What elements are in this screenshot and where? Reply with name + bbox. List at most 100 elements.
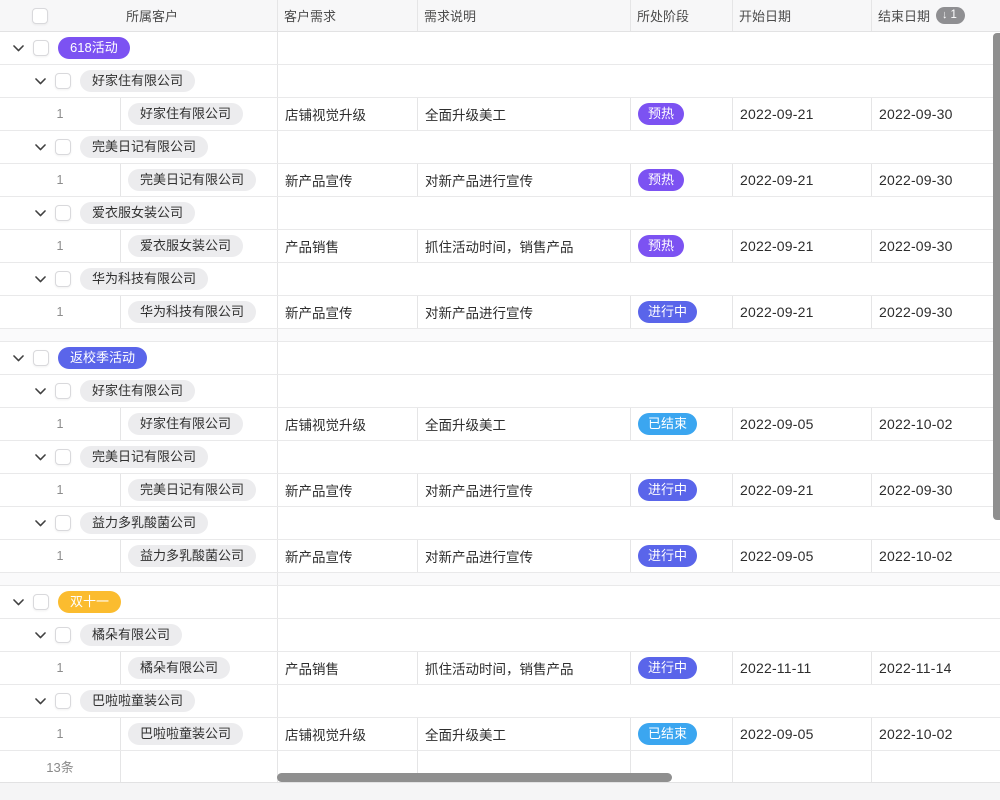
chevron-down-icon[interactable] (34, 210, 46, 217)
subgroup-cell[interactable]: 橘朵有限公司 (0, 619, 277, 651)
cell-demand[interactable]: 产品销售 (277, 652, 417, 684)
cell-stage[interactable]: 进行中 (630, 296, 732, 328)
subgroup-cell[interactable]: 完美日记有限公司 (0, 441, 277, 473)
cell-description[interactable]: 全面升级美工 (417, 98, 630, 130)
cell-description[interactable]: 对新产品进行宣传 (417, 474, 630, 506)
chevron-down-icon[interactable] (34, 388, 46, 395)
subgroup-checkbox[interactable] (55, 383, 71, 399)
column-header-demand[interactable]: 客户需求 (277, 0, 417, 31)
sort-badge[interactable]: ↓ 1 (936, 7, 965, 24)
chevron-down-icon[interactable] (34, 698, 46, 705)
column-header-stage[interactable]: 所处阶段 (630, 0, 732, 31)
cell-demand[interactable]: 新产品宣传 (277, 540, 417, 572)
chevron-down-icon[interactable] (12, 355, 24, 362)
chevron-down-icon[interactable] (12, 599, 24, 606)
subgroup-checkbox[interactable] (55, 205, 71, 221)
group-checkbox[interactable] (33, 594, 49, 610)
subgroup-checkbox[interactable] (55, 139, 71, 155)
cell-stage[interactable]: 预热 (630, 98, 732, 130)
cell-description[interactable]: 对新产品进行宣传 (417, 164, 630, 196)
horizontal-scrollbar[interactable] (277, 773, 672, 782)
cell-stage[interactable]: 进行中 (630, 474, 732, 506)
column-header-customer[interactable]: 所属客户 (120, 0, 277, 31)
cell-customer[interactable]: 爱衣服女装公司 (120, 230, 277, 262)
cell-customer[interactable]: 益力多乳酸菌公司 (120, 540, 277, 572)
subgroup-cell[interactable]: 益力多乳酸菌公司 (0, 507, 277, 539)
subgroup-cell[interactable]: 好家住有限公司 (0, 375, 277, 407)
cell-start-date[interactable]: 2022-09-21 (732, 230, 871, 262)
cell-customer[interactable]: 橘朵有限公司 (120, 652, 277, 684)
cell-description[interactable]: 全面升级美工 (417, 408, 630, 440)
cell-start-date[interactable]: 2022-09-21 (732, 164, 871, 196)
subgroup-checkbox[interactable] (55, 693, 71, 709)
chevron-down-icon[interactable] (34, 78, 46, 85)
cell-end-date[interactable]: 2022-10-02 (871, 718, 1000, 750)
cell-customer[interactable]: 巴啦啦童装公司 (120, 718, 277, 750)
cell-end-date[interactable]: 2022-10-02 (871, 540, 1000, 572)
cell-customer[interactable]: 完美日记有限公司 (120, 164, 277, 196)
group-checkbox[interactable] (33, 40, 49, 56)
cell-demand[interactable]: 产品销售 (277, 230, 417, 262)
cell-start-date[interactable]: 2022-09-21 (732, 296, 871, 328)
cell-stage[interactable]: 进行中 (630, 652, 732, 684)
cell-stage[interactable]: 已结束 (630, 408, 732, 440)
cell-end-date[interactable]: 2022-09-30 (871, 474, 1000, 506)
cell-description[interactable]: 抓住活动时间，销售产品 (417, 230, 630, 262)
chevron-down-icon[interactable] (34, 520, 46, 527)
cell-end-date[interactable]: 2022-09-30 (871, 296, 1000, 328)
cell-demand[interactable]: 店铺视觉升级 (277, 718, 417, 750)
cell-demand[interactable]: 店铺视觉升级 (277, 408, 417, 440)
group-cell[interactable]: 双十一 (0, 586, 277, 618)
cell-end-date[interactable]: 2022-11-14 (871, 652, 1000, 684)
vertical-scrollbar[interactable] (993, 33, 1000, 520)
chevron-down-icon[interactable] (34, 632, 46, 639)
group-checkbox[interactable] (33, 350, 49, 366)
chevron-down-icon[interactable] (34, 144, 46, 151)
cell-end-date[interactable]: 2022-10-02 (871, 408, 1000, 440)
subgroup-cell[interactable]: 巴啦啦童装公司 (0, 685, 277, 717)
cell-description[interactable]: 抓住活动时间，销售产品 (417, 652, 630, 684)
subgroup-checkbox[interactable] (55, 627, 71, 643)
cell-start-date[interactable]: 2022-09-05 (732, 718, 871, 750)
cell-end-date[interactable]: 2022-09-30 (871, 98, 1000, 130)
cell-start-date[interactable]: 2022-09-05 (732, 408, 871, 440)
cell-end-date[interactable]: 2022-09-30 (871, 230, 1000, 262)
chevron-down-icon[interactable] (12, 45, 24, 52)
subgroup-checkbox[interactable] (55, 271, 71, 287)
column-header-end-date[interactable]: 结束日期 ↓ 1 (871, 0, 1000, 31)
cell-customer[interactable]: 华为科技有限公司 (120, 296, 277, 328)
group-cell[interactable]: 返校季活动 (0, 342, 277, 374)
cell-description[interactable]: 全面升级美工 (417, 718, 630, 750)
chevron-down-icon[interactable] (34, 276, 46, 283)
group-cell[interactable]: 618活动 (0, 32, 277, 64)
subgroup-cell[interactable]: 好家住有限公司 (0, 65, 277, 97)
cell-customer[interactable]: 好家住有限公司 (120, 98, 277, 130)
cell-start-date[interactable]: 2022-09-21 (732, 98, 871, 130)
cell-demand[interactable]: 新产品宣传 (277, 296, 417, 328)
subgroup-checkbox[interactable] (55, 515, 71, 531)
cell-start-date[interactable]: 2022-11-11 (732, 652, 871, 684)
cell-start-date[interactable]: 2022-09-05 (732, 540, 871, 572)
subgroup-cell[interactable]: 华为科技有限公司 (0, 263, 277, 295)
column-header-description[interactable]: 需求说明 (417, 0, 630, 31)
select-all-checkbox[interactable] (32, 8, 48, 24)
cell-end-date[interactable]: 2022-09-30 (871, 164, 1000, 196)
cell-demand[interactable]: 新产品宣传 (277, 474, 417, 506)
chevron-down-icon[interactable] (34, 454, 46, 461)
cell-description[interactable]: 对新产品进行宣传 (417, 540, 630, 572)
subgroup-cell[interactable]: 完美日记有限公司 (0, 131, 277, 163)
cell-stage[interactable]: 进行中 (630, 540, 732, 572)
cell-customer[interactable]: 好家住有限公司 (120, 408, 277, 440)
cell-stage[interactable]: 预热 (630, 164, 732, 196)
column-header-start-date[interactable]: 开始日期 (732, 0, 871, 31)
subgroup-checkbox[interactable] (55, 73, 71, 89)
cell-description[interactable]: 对新产品进行宣传 (417, 296, 630, 328)
cell-stage[interactable]: 预热 (630, 230, 732, 262)
cell-stage[interactable]: 已结束 (630, 718, 732, 750)
cell-start-date[interactable]: 2022-09-21 (732, 474, 871, 506)
cell-demand[interactable]: 新产品宣传 (277, 164, 417, 196)
subgroup-cell[interactable]: 爱衣服女装公司 (0, 197, 277, 229)
subgroup-checkbox[interactable] (55, 449, 71, 465)
cell-customer[interactable]: 完美日记有限公司 (120, 474, 277, 506)
cell-demand[interactable]: 店铺视觉升级 (277, 98, 417, 130)
